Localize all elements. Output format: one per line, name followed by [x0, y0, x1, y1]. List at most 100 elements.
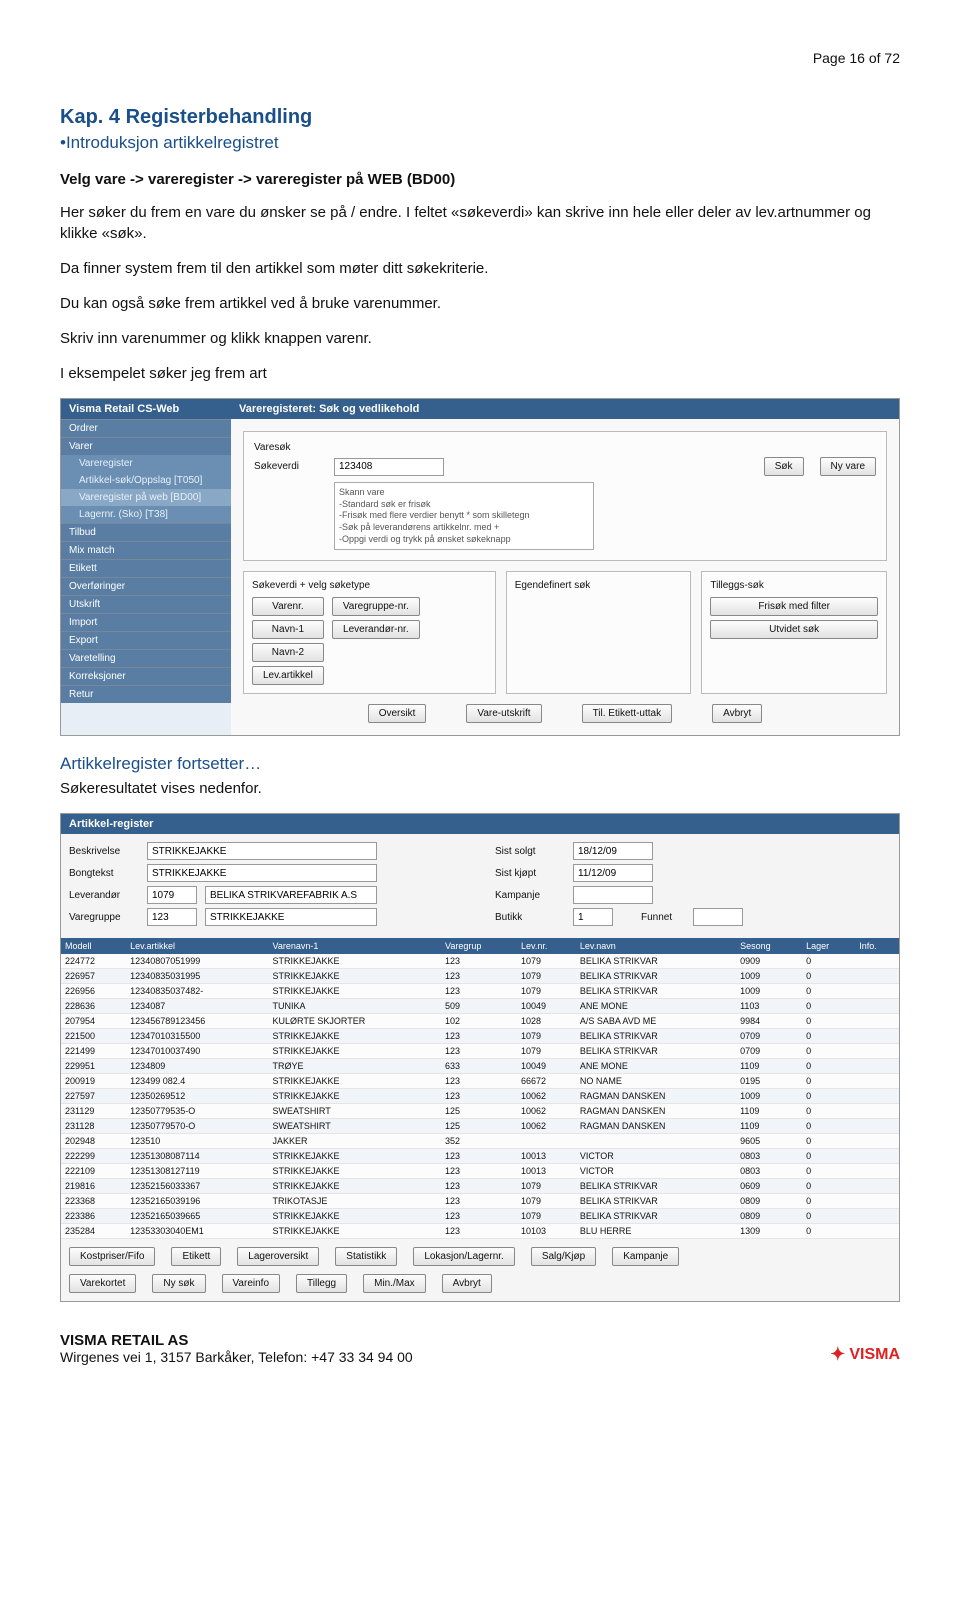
funnet-field[interactable]	[693, 908, 743, 926]
table-cell: STRIKKEJAKKE	[269, 954, 442, 969]
table-row[interactable]: 22150012347010315500STRIKKEJAKKE1231079B…	[61, 1029, 899, 1044]
sidebar-section-mixmatch[interactable]: Mix match	[61, 541, 231, 559]
lokasjon-lagernr--button[interactable]: Lokasjon/Lagernr.	[413, 1247, 515, 1266]
new-item-button[interactable]: Ny vare	[820, 457, 876, 476]
levartikkel-button[interactable]: Lev.artikkel	[252, 666, 324, 685]
sidebar-section-korreksjoner[interactable]: Korreksjoner	[61, 667, 231, 685]
navn2-button[interactable]: Navn-2	[252, 643, 324, 662]
table-cell: 123	[441, 954, 517, 969]
table-cell: 1079	[517, 1194, 576, 1209]
sistsolgt-field[interactable]	[573, 842, 653, 860]
sidebar-section-varer[interactable]: Varer	[61, 437, 231, 455]
lageroversikt-button[interactable]: Lageroversikt	[237, 1247, 319, 1266]
sidebar-section-varetelling[interactable]: Varetelling	[61, 649, 231, 667]
table-cell: 0803	[736, 1164, 802, 1179]
sidebar-section-retur[interactable]: Retur	[61, 685, 231, 703]
sidebar-section-etikett[interactable]: Etikett	[61, 559, 231, 577]
leverandor-button[interactable]: Leverandør-nr.	[332, 620, 420, 639]
navn1-button[interactable]: Navn-1	[252, 620, 324, 639]
table-row[interactable]: 22149912347010037490STRIKKEJAKKE1231079B…	[61, 1044, 899, 1059]
table-row[interactable]: 21981612352156033367STRIKKEJAKKE1231079B…	[61, 1179, 899, 1194]
ny-s-k-button[interactable]: Ny søk	[152, 1274, 205, 1293]
table-row[interactable]: 23112912350779535-OSWEATSHIRT12510062RAG…	[61, 1104, 899, 1119]
table-row[interactable]: 23528412353303040EM1STRIKKEJAKKE12310103…	[61, 1224, 899, 1239]
table-row[interactable]: 22477212340807051999STRIKKEJAKKE1231079B…	[61, 954, 899, 969]
varegruppe-button[interactable]: Varegruppe-nr.	[332, 597, 420, 616]
beskrivelse-field[interactable]	[147, 842, 377, 860]
table-header[interactable]: Lev.nr.	[517, 938, 576, 954]
avbryt-button[interactable]: Avbryt	[712, 704, 762, 723]
table-cell: 12340835031995	[126, 969, 268, 984]
table-header[interactable]: Info.	[855, 938, 899, 954]
table-cell: 12351308127119	[126, 1164, 268, 1179]
table-cell	[576, 1134, 736, 1149]
table-row[interactable]: 22338612352165039665STRIKKEJAKKE1231079B…	[61, 1209, 899, 1224]
avbryt-button[interactable]: Avbryt	[442, 1274, 492, 1293]
search-button[interactable]: Søk	[764, 457, 804, 476]
varegruppe-name-field[interactable]	[205, 908, 377, 926]
sidebar-section-utskrift[interactable]: Utskrift	[61, 595, 231, 613]
sidebar-item-artikkelsok[interactable]: Artikkel-søk/Oppslag [T050]	[61, 472, 231, 489]
table-cell: 0	[802, 1059, 855, 1074]
table-row[interactable]: 22695712340835031995STRIKKEJAKKE1231079B…	[61, 969, 899, 984]
table-row[interactable]: 23112812350779570-OSWEATSHIRT12510062RAG…	[61, 1119, 899, 1134]
table-row[interactable]: 207954123456789123456KULØRTE SKJORTER102…	[61, 1014, 899, 1029]
leverandor-name-field[interactable]	[205, 886, 377, 904]
kampanje-button[interactable]: Kampanje	[612, 1247, 679, 1266]
vareinfo-button[interactable]: Vareinfo	[222, 1274, 281, 1293]
table-row[interactable]: 22210912351308127119STRIKKEJAKKE12310013…	[61, 1164, 899, 1179]
min-max-button[interactable]: Min./Max	[363, 1274, 426, 1293]
table-header[interactable]: Varegrup	[441, 938, 517, 954]
table-cell: 0	[802, 1029, 855, 1044]
butikk-field[interactable]	[573, 908, 613, 926]
table-header[interactable]: Varenavn-1	[269, 938, 442, 954]
table-header[interactable]: Lager	[802, 938, 855, 954]
table-row[interactable]: 200919123499 082.4STRIKKEJAKKE12366672NO…	[61, 1074, 899, 1089]
table-cell: 0	[802, 1104, 855, 1119]
table-row[interactable]: 22695612340835037482-STRIKKEJAKKE1231079…	[61, 984, 899, 999]
sidebar-item-vareregister-web[interactable]: Vareregister på web [BD00]	[61, 489, 231, 506]
table-cell	[855, 969, 899, 984]
table-row[interactable]: 22229912351308087114STRIKKEJAKKE12310013…	[61, 1149, 899, 1164]
sidebar-section-import[interactable]: Import	[61, 613, 231, 631]
table-header[interactable]: Lev.navn	[576, 938, 736, 954]
table-row[interactable]: 22336812352165039196TRIKOTASJE1231079BEL…	[61, 1194, 899, 1209]
table-row[interactable]: 2299511234809TRØYE63310049ANE MONE11090	[61, 1059, 899, 1074]
table-cell: 223368	[61, 1194, 126, 1209]
vareutskrift-button[interactable]: Vare-utskrift	[466, 704, 541, 723]
table-header[interactable]: Modell	[61, 938, 126, 954]
sidebar-section-export[interactable]: Export	[61, 631, 231, 649]
table-header[interactable]: Sesong	[736, 938, 802, 954]
table-cell: 125	[441, 1104, 517, 1119]
table-cell: 0	[802, 999, 855, 1014]
tillegg-button[interactable]: Tillegg	[296, 1274, 347, 1293]
sidebar-section-tilbud[interactable]: Tilbud	[61, 523, 231, 541]
butikk-label: Butikk	[495, 912, 565, 923]
varekortet-button[interactable]: Varekortet	[69, 1274, 136, 1293]
salg-kj-p-button[interactable]: Salg/Kjøp	[531, 1247, 596, 1266]
varegruppe-code-field[interactable]	[147, 908, 197, 926]
table-cell: 123	[441, 1149, 517, 1164]
frisok-filter-button[interactable]: Frisøk med filter	[710, 597, 878, 616]
sidebar-item-lagernr[interactable]: Lagernr. (Sko) [T38]	[61, 506, 231, 523]
kostpriser-fifo-button[interactable]: Kostpriser/Fifo	[69, 1247, 155, 1266]
sidebar-section-ordrer[interactable]: Ordrer	[61, 419, 231, 437]
table-row[interactable]: 2286361234087TUNIKA50910049ANE MONE11030	[61, 999, 899, 1014]
table-cell: 224772	[61, 954, 126, 969]
table-row[interactable]: 22759712350269512STRIKKEJAKKE12310062RAG…	[61, 1089, 899, 1104]
utvidet-sok-button[interactable]: Utvidet søk	[710, 620, 878, 639]
table-header[interactable]: Lev.artikkel	[126, 938, 268, 954]
sidebar-item-vareregister[interactable]: Vareregister	[61, 455, 231, 472]
kampanje-field[interactable]	[573, 886, 653, 904]
oversikt-button[interactable]: Oversikt	[368, 704, 427, 723]
table-row[interactable]: 202948123510JAKKER35296050	[61, 1134, 899, 1149]
etikettuttak-button[interactable]: Til. Etikett-uttak	[582, 704, 673, 723]
bongtekst-field[interactable]	[147, 864, 377, 882]
leverandor-code-field[interactable]	[147, 886, 197, 904]
varenr-button[interactable]: Varenr.	[252, 597, 324, 616]
etikett-button[interactable]: Etikett	[171, 1247, 221, 1266]
sistkjopt-field[interactable]	[573, 864, 653, 882]
search-input[interactable]	[334, 458, 444, 476]
statistikk-button[interactable]: Statistikk	[335, 1247, 397, 1266]
sidebar-section-overforinger[interactable]: Overføringer	[61, 577, 231, 595]
